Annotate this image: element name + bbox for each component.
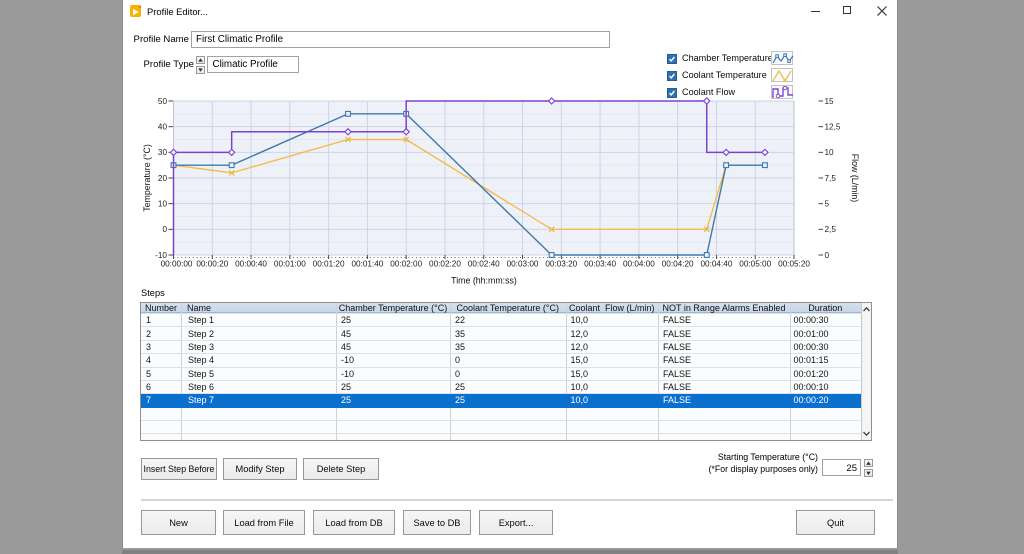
svg-text:50: 50 [158, 97, 168, 106]
svg-text:20: 20 [158, 174, 168, 183]
svg-text:30: 30 [158, 148, 168, 157]
svg-text:00:00:20: 00:00:20 [196, 260, 228, 269]
svg-text:15: 15 [825, 97, 835, 106]
svg-text:Flow (L/min): Flow (L/min) [850, 154, 860, 202]
svg-text:00:00:40: 00:00:40 [235, 260, 267, 269]
svg-text:00:02:40: 00:02:40 [468, 260, 500, 269]
svg-text:00:02:00: 00:02:00 [390, 260, 422, 269]
svg-text:00:04:20: 00:04:20 [662, 260, 694, 269]
svg-text:Temperature (°C): Temperature (°C) [142, 144, 152, 212]
svg-text:12,5: 12,5 [825, 122, 841, 131]
svg-text:10: 10 [158, 199, 168, 208]
svg-text:00:03:20: 00:03:20 [545, 260, 577, 269]
svg-text:40: 40 [158, 122, 168, 131]
svg-text:00:04:00: 00:04:00 [623, 260, 655, 269]
svg-text:00:01:40: 00:01:40 [351, 260, 383, 269]
svg-text:-10: -10 [155, 251, 167, 260]
svg-text:5: 5 [825, 199, 830, 208]
svg-text:00:03:00: 00:03:00 [507, 260, 539, 269]
svg-text:00:03:40: 00:03:40 [584, 260, 616, 269]
svg-text:00:05:00: 00:05:00 [739, 260, 771, 269]
svg-text:00:02:20: 00:02:20 [429, 260, 461, 269]
svg-text:00:01:00: 00:01:00 [274, 260, 306, 269]
svg-text:10: 10 [825, 148, 835, 157]
svg-text:00:04:40: 00:04:40 [701, 260, 733, 269]
svg-text:0: 0 [825, 251, 830, 260]
svg-text:7,5: 7,5 [825, 174, 837, 183]
svg-text:00:00:00: 00:00:00 [161, 260, 193, 269]
svg-text:00:05:20: 00:05:20 [778, 260, 810, 269]
svg-text:0: 0 [162, 225, 167, 234]
svg-text:00:01:20: 00:01:20 [313, 260, 345, 269]
svg-text:Time (hh:mm:ss): Time (hh:mm:ss) [451, 276, 517, 286]
svg-text:2,5: 2,5 [825, 225, 837, 234]
